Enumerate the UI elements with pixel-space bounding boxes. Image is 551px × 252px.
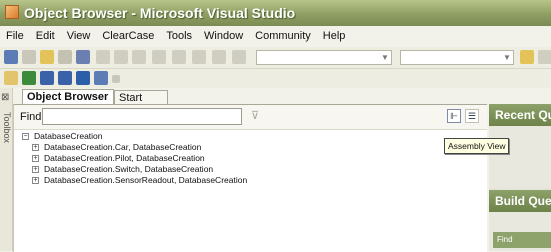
save-all-icon[interactable]: [76, 50, 90, 64]
tab-start-page[interactable]: Start Page: [114, 90, 168, 119]
find-label: Find: [20, 111, 42, 123]
overflow-icon[interactable]: [538, 50, 551, 64]
toolbar-options-icon[interactable]: [112, 75, 120, 83]
tab-label: Object Browser: [27, 91, 109, 103]
find-bar: Find ⊽ ⊩ ☰: [14, 105, 487, 130]
add-item-icon[interactable]: [22, 50, 36, 64]
object-tree: − DatabaseCreation + DatabaseCreation.Car,…: [22, 131, 452, 186]
build-query-field[interactable]: Find: [493, 232, 551, 248]
tab-object-browser[interactable]: Object Browser: [22, 89, 114, 104]
object-browser-icon[interactable]: [58, 71, 72, 85]
tree-node-label: DatabaseCreation.Switch, DatabaseCreatio…: [44, 164, 214, 174]
menu-help[interactable]: Help: [317, 27, 352, 42]
assembly-view-tooltip: Assembly View: [444, 138, 510, 154]
menu-tools[interactable]: Tools: [160, 27, 198, 42]
build-query-header[interactable]: Build Quer: [489, 190, 551, 212]
pin-icon[interactable]: ⊠: [1, 92, 9, 103]
expand-icon[interactable]: +: [32, 166, 39, 174]
toolbox-label[interactable]: Toolbox: [0, 112, 12, 143]
chevron-down-icon: ▼: [503, 53, 511, 62]
object-browser-panel: Find ⊽ ⊩ ☰ − DatabaseCreation + DatabaseCr…: [13, 104, 487, 252]
undo-icon[interactable]: [152, 50, 166, 64]
save-icon[interactable]: [58, 50, 72, 64]
standard-toolbar: ▼ ▼: [0, 47, 551, 69]
menu-community[interactable]: Community: [249, 27, 317, 42]
tree-root-label: DatabaseCreation: [34, 131, 103, 141]
menu-view[interactable]: View: [61, 27, 97, 42]
list-view-icon[interactable]: ☰: [465, 109, 479, 123]
tree-node[interactable]: + DatabaseCreation.Pilot, DatabaseCreatio…: [22, 153, 452, 164]
new-project-icon[interactable]: [4, 50, 18, 64]
document-tabs: Object Browser Start Page: [14, 89, 484, 119]
solution-explorer-icon[interactable]: [4, 71, 18, 85]
recent-queries-body: [489, 126, 551, 188]
menu-window[interactable]: Window: [198, 27, 249, 42]
menu-clearcase[interactable]: ClearCase: [96, 27, 160, 42]
expand-icon[interactable]: +: [32, 177, 39, 185]
navigate-icon[interactable]: [192, 50, 206, 64]
tree-node[interactable]: + DatabaseCreation.Switch, DatabaseCreati…: [22, 164, 452, 175]
tree-node[interactable]: + DatabaseCreation.SensorReadout, Databas…: [22, 175, 452, 186]
start-page-icon[interactable]: [94, 71, 108, 85]
tree-node-root[interactable]: − DatabaseCreation: [22, 131, 452, 142]
configuration-combo[interactable]: ▼: [256, 50, 392, 65]
copy-icon[interactable]: [114, 50, 128, 64]
tree-node[interactable]: + DatabaseCreation.Car, DatabaseCreation: [22, 142, 452, 153]
paste-icon[interactable]: [132, 50, 146, 64]
start-icon[interactable]: [232, 50, 246, 64]
find-combo[interactable]: ▼: [400, 50, 514, 65]
assembly-view-icon[interactable]: ⊩: [447, 109, 461, 123]
recent-queries-header[interactable]: Recent Qu: [489, 104, 551, 126]
menu-bar: File Edit View ClearCase Tools Window Communit…: [0, 27, 551, 46]
find-go-icon[interactable]: ⊽: [248, 109, 262, 123]
toolbox-strip[interactable]: ⊠ Toolbox: [0, 88, 13, 251]
app-icon: [5, 5, 19, 19]
navigate-forward-icon[interactable]: [212, 50, 226, 64]
tree-node-label: DatabaseCreation.Car, DatabaseCreation: [44, 142, 202, 152]
expand-icon[interactable]: +: [32, 144, 39, 152]
tree-node-label: DatabaseCreation.SensorReadout, Database…: [44, 175, 248, 185]
find-in-files-icon[interactable]: [520, 50, 534, 64]
menu-file[interactable]: File: [0, 27, 30, 42]
class-view-icon[interactable]: [22, 71, 36, 85]
windows-toolbar: [0, 69, 551, 88]
right-panel: Recent Qu Build Quer Find: [489, 104, 551, 251]
window-title: Object Browser - Microsoft Visual Studio: [24, 5, 296, 21]
build-query-body: Find: [489, 212, 551, 251]
expand-icon[interactable]: +: [32, 155, 39, 163]
find-input[interactable]: [42, 108, 242, 125]
cut-icon[interactable]: [96, 50, 110, 64]
tree-node-label: DatabaseCreation.Pilot, DatabaseCreation: [44, 153, 205, 163]
collapse-icon[interactable]: −: [22, 133, 29, 141]
properties-icon[interactable]: [40, 71, 54, 85]
menu-edit[interactable]: Edit: [30, 27, 61, 42]
chevron-down-icon: ▼: [381, 53, 389, 62]
toolbox-icon[interactable]: [76, 71, 90, 85]
title-bar: Object Browser - Microsoft Visual Studio: [0, 0, 551, 26]
open-icon[interactable]: [40, 50, 54, 64]
redo-icon[interactable]: [172, 50, 186, 64]
